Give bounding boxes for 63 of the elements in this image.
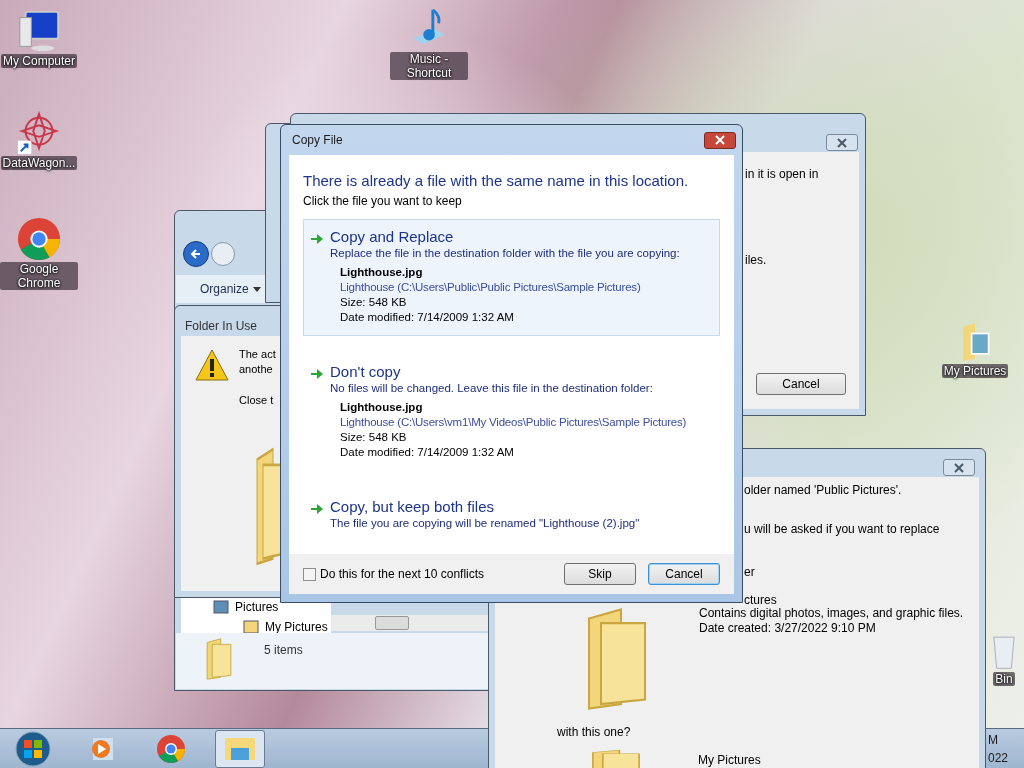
option-title: Copy and Replace bbox=[330, 228, 455, 246]
arrow-icon bbox=[310, 233, 324, 245]
tree-item[interactable]: Pictures bbox=[235, 598, 279, 616]
file-path: Lighthouse (C:\Users\vm1\My Videos\Public Pictures\Sample Pictures) bbox=[340, 415, 687, 430]
caret-icon bbox=[252, 286, 261, 292]
option-card[interactable] bbox=[303, 219, 720, 336]
folder-detail: Date created: 3/27/2022 9:10 PM bbox=[699, 621, 877, 636]
folder-name: My Pictures bbox=[698, 752, 761, 768]
dialog-title: Copy File bbox=[292, 132, 343, 149]
dialog-button[interactable]: Skip bbox=[564, 563, 636, 585]
chrome-icon[interactable] bbox=[16, 216, 62, 262]
file-date: Date modified: 7/14/2009 1:32 AM bbox=[340, 310, 515, 325]
computer-icon[interactable] bbox=[16, 8, 62, 54]
back-arrow-icon bbox=[190, 248, 202, 260]
scrollbar[interactable] bbox=[331, 615, 489, 631]
close-icon bbox=[954, 462, 964, 473]
desktop-icon-label[interactable]: Google Chrome bbox=[0, 262, 78, 290]
message-text: Close t bbox=[239, 393, 274, 408]
file-name: Lighthouse.jpg bbox=[340, 400, 424, 415]
dialog-instruction: Click the file you want to keep bbox=[303, 193, 463, 209]
checkbox-label[interactable]: Do this for the next 10 conflicts bbox=[320, 565, 485, 583]
close-icon bbox=[715, 135, 725, 145]
item-count: 5 items bbox=[264, 642, 303, 659]
close-icon bbox=[837, 137, 847, 148]
back-button[interactable] bbox=[183, 241, 209, 267]
arrow-icon bbox=[310, 368, 324, 380]
folder-icon bbox=[243, 620, 259, 634]
message-text: anothe bbox=[239, 362, 274, 377]
option-description: The file you are copying will be renamed "Lighthouse (2).jpg" bbox=[330, 516, 640, 531]
file-size: Size: 548 KB bbox=[340, 295, 408, 310]
message-text: er bbox=[744, 564, 755, 581]
clock-text: 022 bbox=[988, 750, 1009, 767]
file-date: Date modified: 7/14/2009 1:32 AM bbox=[340, 445, 515, 460]
close-button[interactable] bbox=[704, 131, 736, 149]
tree-item[interactable]: My Pictures bbox=[265, 618, 328, 636]
option-description: Replace the file in the destination folder with the file you are copying: bbox=[330, 246, 680, 261]
arrow-icon bbox=[310, 503, 324, 515]
file-name: Lighthouse.jpg bbox=[340, 265, 424, 280]
message-text: iles. bbox=[745, 252, 767, 269]
file-path: Lighthouse (C:\Users\Public\Public Pictures\Sample Pictures) bbox=[340, 280, 642, 295]
option-description: No files will be changed. Leave this file in the destination folder: bbox=[330, 381, 654, 396]
dialog-heading: There is already a file with the same name in this location. bbox=[303, 172, 690, 190]
message-text: u will be asked if you want to replace bbox=[744, 521, 940, 538]
message-text: with this one? bbox=[557, 724, 631, 741]
option-title: Copy, but keep both files bbox=[330, 498, 495, 516]
folder-detail: Contains digital photos, images, and graphic files. bbox=[699, 606, 964, 621]
warning-icon bbox=[194, 348, 230, 382]
message-text: in it is open in bbox=[745, 166, 819, 183]
pictures-library-icon bbox=[213, 600, 229, 614]
clock-text: M bbox=[988, 732, 999, 749]
window-title: Folder In Use bbox=[185, 318, 258, 335]
desktop-icon-label[interactable]: Music - Shortcut bbox=[390, 52, 468, 80]
dialog-button[interactable]: Cancel bbox=[648, 563, 720, 585]
folder-name: ctures bbox=[744, 592, 777, 608]
folder-icon[interactable] bbox=[215, 729, 265, 768]
close-button[interactable] bbox=[943, 459, 975, 476]
message-text: The act bbox=[239, 347, 276, 362]
option-title: Don't copy bbox=[330, 363, 402, 381]
file-size: Size: 548 KB bbox=[340, 430, 408, 445]
cancel-button[interactable]: Cancel bbox=[756, 373, 846, 395]
close-button[interactable] bbox=[826, 134, 858, 151]
checkbox[interactable] bbox=[303, 567, 316, 581]
message-text: older named 'Public Pictures'. bbox=[744, 482, 902, 499]
